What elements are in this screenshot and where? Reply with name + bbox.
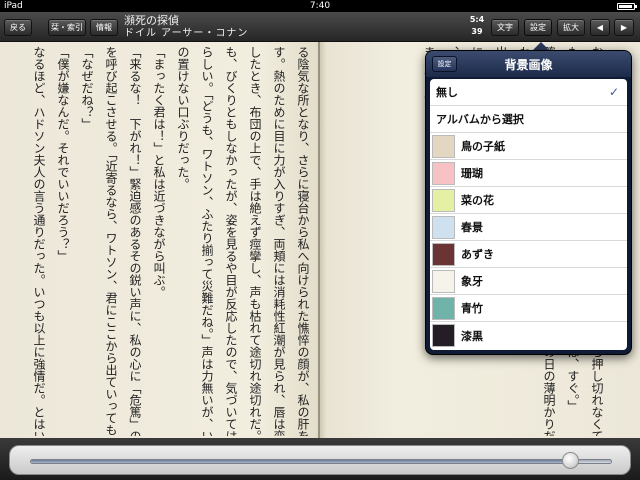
- left-page-text: る陰気な所となり、さらに寝台から私へ向けられた憔悴の顔が、私の肝を冷や す。熱のた…: [12, 46, 312, 436]
- background-option[interactable]: あずき: [430, 241, 627, 268]
- prev-page-icon[interactable]: ◀: [590, 19, 610, 36]
- page-current: 5:4: [469, 15, 485, 24]
- popover-title: 背景画像: [504, 58, 553, 72]
- text-line: 「僕が嫌なんだ。それでいいだろう？」: [56, 46, 70, 262]
- text-line: らしい。「どうも、ワトソン、ふたり揃って災難だね。」声は力無いが、いつも通りの気: [200, 46, 214, 436]
- text-line: も、びくりともしなかったが、姿を見るや目が反応したので、気づいてはいた: [224, 46, 238, 436]
- background-option-label: アルバムから選択: [436, 113, 524, 126]
- background-options-list: 無し ✓ アルバムから選択 鳥の子紙珊瑚菜の花春景あずき象牙青竹漆黒: [430, 79, 627, 350]
- background-option-label: 鳥の子紙: [461, 140, 505, 153]
- color-swatch: [432, 296, 455, 320]
- background-option-label: 珊瑚: [461, 167, 483, 180]
- bookmark-index-button[interactable]: 栞・索引: [48, 19, 86, 36]
- book-title-block: 瀕死の探偵 ドイル アーサー・コナン: [124, 14, 248, 40]
- color-swatch: [432, 215, 455, 239]
- background-option-label: 春景: [461, 221, 483, 234]
- info-button[interactable]: 情報: [90, 19, 118, 36]
- background-option[interactable]: 青竹: [430, 295, 627, 322]
- color-swatch: [432, 161, 455, 185]
- text-line: なるほど、ハドソン夫人の言う通りだった。いつも以上に強情だ。とはいえ、: [32, 46, 46, 436]
- background-option[interactable]: 菜の花: [430, 187, 627, 214]
- page-slider-track[interactable]: [30, 459, 612, 464]
- book-title: 瀕死の探偵: [124, 14, 179, 27]
- background-option[interactable]: 象牙: [430, 268, 627, 295]
- background-option[interactable]: 無し ✓: [430, 79, 627, 106]
- color-swatch: [432, 269, 455, 293]
- background-option-label: 菜の花: [461, 194, 494, 207]
- battery-icon: [617, 3, 637, 10]
- text-settings-button[interactable]: 文字: [491, 19, 519, 36]
- color-swatch: [432, 188, 455, 212]
- background-option-label: あずき: [461, 248, 494, 261]
- page-slider-fill: [31, 460, 571, 463]
- clock: 7:40: [309, 1, 331, 11]
- text-line: す。熱のために目に力が入りすぎ、両頬には消耗性紅潮が見られ、唇は変色し: [272, 46, 286, 436]
- color-swatch: [432, 134, 455, 158]
- background-option[interactable]: 鳥の子紙: [430, 133, 627, 160]
- text-line: 「来るな！ 下がれ！」緊迫感のあるその鋭い声に、私の心に「危篤」の二文字: [128, 46, 142, 436]
- zoom-button[interactable]: 拡大: [557, 19, 585, 36]
- background-option[interactable]: 春景: [430, 214, 627, 241]
- next-page-icon[interactable]: ▶: [614, 19, 634, 36]
- background-option-label: 象牙: [461, 275, 483, 288]
- background-option[interactable]: 珊瑚: [430, 160, 627, 187]
- settings-button[interactable]: 設定: [524, 19, 552, 36]
- background-option-label: 漆黒: [461, 329, 483, 343]
- color-swatch: [432, 324, 455, 347]
- checkmark-icon: ✓: [608, 85, 619, 99]
- page-slider-thumb[interactable]: [562, 452, 580, 469]
- background-option[interactable]: 漆黒: [430, 322, 627, 349]
- text-line: 「なぜだね？」: [80, 46, 94, 130]
- book-spine: [318, 42, 320, 438]
- back-button[interactable]: 戻る: [4, 19, 32, 36]
- background-image-popover: 設定 背景画像 無し ✓ アルバムから選択 鳥の子紙珊瑚菜の花春景あずき象牙青竹漆黒: [425, 50, 632, 355]
- color-swatch: [432, 242, 455, 266]
- reader-toolbar: 戻る 栞・索引 情報 瀕死の探偵 ドイル アーサー・コナン 5:4 39 文字 …: [0, 12, 640, 42]
- background-option-label: 青竹: [461, 302, 483, 315]
- text-line: 「まったく君は！」と私は近づきながら叫ぶ。: [152, 46, 166, 298]
- text-line: る陰気な所となり、さらに寝台から私へ向けられた憔悴の顔が、私の肝を冷や: [296, 46, 310, 436]
- page-indicator: 5:4 39: [467, 14, 487, 38]
- page-total: 39: [471, 27, 483, 36]
- text-line: の置けない口ぶりだった。: [176, 46, 190, 190]
- background-option[interactable]: アルバムから選択: [430, 106, 627, 133]
- background-option-label: 無し: [436, 86, 458, 99]
- text-line: したとき、布団の上で、手は絶えず痙攣し、声も枯れて途切れ途切れだ。私が入室: [248, 46, 262, 436]
- text-line: を呼び起こさせる。「近寄るなら、ワトソン、君にここから出ていってもらう。」: [104, 46, 118, 436]
- bottom-bar: [0, 438, 640, 480]
- popover-header: 設定 背景画像: [426, 51, 631, 77]
- page-slider-panel: [9, 445, 631, 475]
- book-author: ドイル アーサー・コナン: [124, 28, 249, 39]
- status-bar: iPad 7:40: [0, 0, 640, 12]
